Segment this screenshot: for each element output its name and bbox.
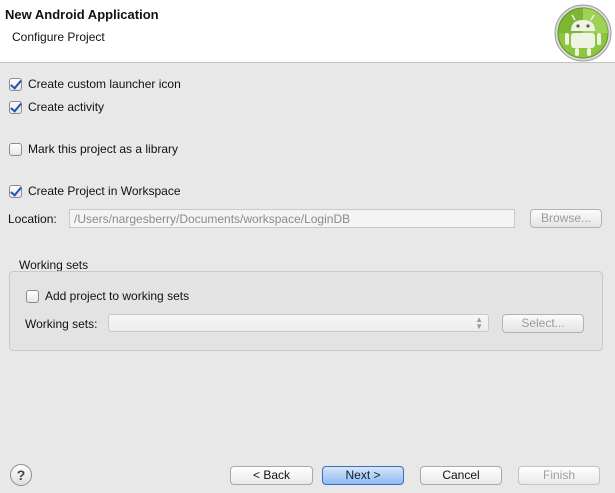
working-sets-label: Working sets: bbox=[25, 317, 98, 331]
workspace-checkbox[interactable] bbox=[9, 184, 22, 198]
launcher-icon-option[interactable]: Create custom launcher icon bbox=[9, 76, 181, 92]
location-label: Location: bbox=[8, 212, 57, 226]
workspace-label: Create Project in Workspace bbox=[28, 184, 181, 198]
cancel-button[interactable]: Cancel bbox=[420, 466, 502, 485]
wizard-header: New Android Application Configure Projec… bbox=[0, 0, 615, 63]
library-label: Mark this project as a library bbox=[28, 142, 179, 156]
browse-button[interactable]: Browse... bbox=[530, 209, 602, 228]
activity-checkbox[interactable] bbox=[9, 100, 22, 114]
library-option[interactable]: Mark this project as a library bbox=[9, 141, 178, 157]
working-sets-dropdown[interactable]: ▲ ▼ bbox=[108, 314, 489, 332]
wizard-subtitle: Configure Project bbox=[12, 30, 105, 44]
back-button[interactable]: < Back bbox=[230, 466, 313, 485]
working-sets-group-title: Working sets bbox=[19, 258, 89, 272]
activity-label: Create activity bbox=[28, 100, 105, 114]
location-field[interactable]: /Users/nargesberry/Documents/workspace/L… bbox=[69, 209, 515, 228]
add-to-working-sets-option[interactable]: Add project to working sets bbox=[26, 288, 189, 304]
wizard-title: New Android Application bbox=[5, 7, 159, 22]
add-to-working-sets-checkbox[interactable] bbox=[26, 289, 39, 303]
next-button[interactable]: Next > bbox=[322, 466, 404, 485]
launcher-icon-checkbox[interactable] bbox=[9, 77, 22, 91]
dropdown-arrows-icon: ▲ ▼ bbox=[475, 315, 483, 331]
launcher-icon-label: Create custom launcher icon bbox=[28, 77, 181, 91]
android-robot-icon bbox=[554, 4, 612, 62]
question-mark-icon[interactable]: ? bbox=[10, 464, 32, 486]
workspace-option[interactable]: Create Project in Workspace bbox=[9, 183, 181, 199]
working-sets-group bbox=[9, 271, 603, 351]
finish-button[interactable]: Finish bbox=[518, 466, 600, 485]
add-to-working-sets-label: Add project to working sets bbox=[45, 289, 190, 303]
activity-option[interactable]: Create activity bbox=[9, 99, 104, 115]
select-working-sets-button[interactable]: Select... bbox=[502, 314, 584, 333]
library-checkbox[interactable] bbox=[9, 142, 22, 156]
